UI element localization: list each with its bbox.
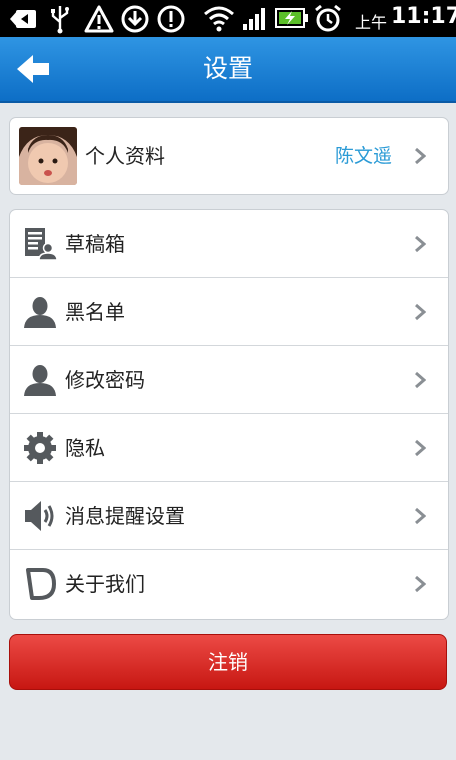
warning-icon (84, 5, 114, 33)
notification-back-icon (10, 10, 36, 28)
chevron-right-icon (415, 235, 426, 252)
menu-item-label: 黑名单 (65, 300, 125, 324)
profile-row[interactable]: 个人资料 陈文遥 (9, 117, 449, 195)
menu-item-change-password[interactable]: 修改密码 (10, 346, 448, 414)
page-title: 设置 (202, 54, 253, 83)
alarm-clock-icon (315, 4, 341, 32)
menu-item-privacy[interactable]: 隐私 (10, 414, 448, 482)
usb-icon (51, 6, 69, 34)
download-icon (121, 5, 149, 33)
logout-button[interactable]: 注销 (9, 634, 447, 690)
user-password-icon (24, 365, 56, 396)
chevron-right-icon (415, 439, 426, 456)
menu-item-about-us[interactable]: 关于我们 (10, 550, 448, 618)
profile-label: 个人资料 (85, 144, 165, 168)
menu-item-blacklist[interactable]: 黑名单 (10, 278, 448, 346)
chevron-right-icon (415, 147, 426, 165)
profile-username: 陈文遥 (334, 145, 392, 167)
menu-item-drafts[interactable]: 草稿箱 (10, 210, 448, 278)
chevron-right-icon (415, 507, 426, 524)
about-icon (26, 568, 56, 600)
alert-icon (157, 5, 185, 33)
battery-icon (275, 8, 308, 28)
chevron-right-icon (415, 303, 426, 320)
menu-item-notification-settings[interactable]: 消息提醒设置 (10, 482, 448, 550)
title-bar: 设置 (0, 37, 456, 103)
back-button[interactable] (14, 51, 52, 87)
chevron-right-icon (415, 575, 426, 593)
wifi-icon (204, 6, 234, 32)
settings-menu: 草稿箱 黑名单 修改密码 隐私 消息提醒设置 关于我们 (9, 209, 449, 620)
user-block-icon (24, 297, 56, 328)
menu-item-label: 隐私 (65, 436, 105, 460)
status-clock: 11:17 (391, 4, 456, 29)
signal-icon (243, 8, 265, 30)
draft-icon (25, 228, 57, 261)
status-bar: 上午 11:17 (0, 0, 456, 37)
status-ampm: 上午 (355, 13, 388, 32)
avatar (19, 127, 77, 185)
menu-item-label: 修改密码 (65, 368, 145, 392)
chevron-right-icon (415, 371, 426, 388)
menu-item-label: 草稿箱 (65, 232, 125, 256)
back-arrow-icon (17, 55, 49, 83)
menu-item-label: 关于我们 (65, 572, 145, 596)
gear-icon (24, 432, 56, 464)
menu-item-label: 消息提醒设置 (65, 504, 185, 528)
speaker-icon (25, 501, 54, 531)
